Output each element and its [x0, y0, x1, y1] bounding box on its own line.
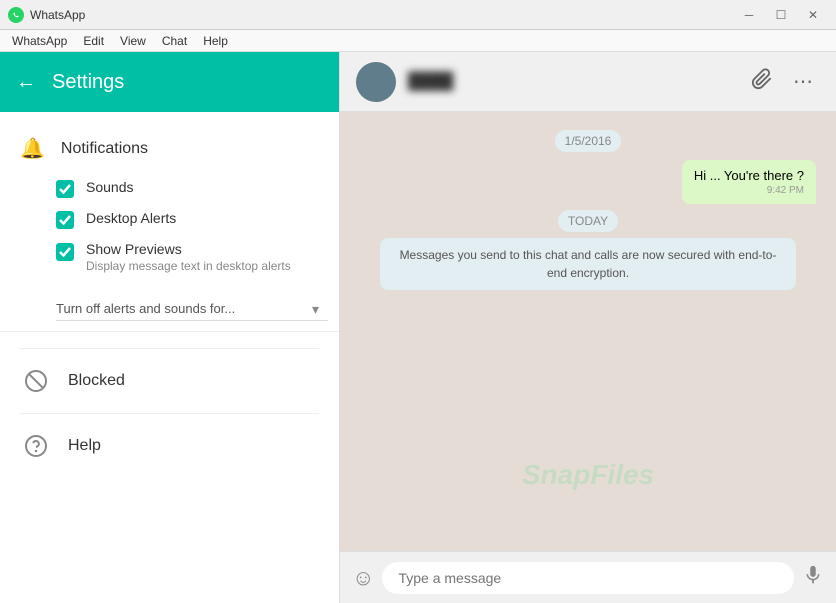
mic-button[interactable]	[802, 564, 824, 592]
show-previews-checkbox[interactable]	[56, 243, 74, 261]
menu-help[interactable]: Help	[195, 32, 236, 50]
dropdown-row: Turn off alerts and sounds for... ▾	[0, 287, 339, 332]
menu-chat[interactable]: Chat	[154, 32, 195, 50]
avatar	[356, 62, 396, 102]
close-button[interactable]: ✕	[798, 5, 828, 25]
sounds-item[interactable]: Sounds	[0, 173, 339, 204]
settings-header: ← Settings	[0, 52, 339, 112]
sounds-label: Sounds	[86, 179, 133, 195]
alerts-dropdown[interactable]: Turn off alerts and sounds for...	[56, 297, 328, 321]
message-time: 9:42 PM	[694, 185, 804, 196]
show-previews-sublabel: Display message text in desktop alerts	[86, 259, 291, 273]
titlebar-left: WhatsApp	[8, 7, 85, 23]
avatar-inner	[356, 62, 396, 102]
help-section[interactable]: Help	[0, 414, 339, 478]
menubar: WhatsApp Edit View Chat Help	[0, 30, 836, 52]
more-options-button[interactable]: ⋯	[787, 63, 820, 100]
chat-input-area: ☺	[340, 551, 836, 603]
sounds-checkbox[interactable]	[56, 180, 74, 198]
menu-view[interactable]: View	[112, 32, 154, 50]
chat-user: ████	[356, 62, 453, 102]
desktop-alerts-label: Desktop Alerts	[86, 210, 176, 226]
settings-content: 🔔 Notifications Sounds Desktop Alerts	[0, 112, 339, 603]
help-icon	[20, 430, 52, 462]
maximize-button[interactable]: ☐	[766, 5, 796, 25]
notifications-title: Notifications	[61, 140, 148, 158]
show-previews-label: Show Previews	[86, 241, 291, 257]
messages-wrapper: SnapFiles 1/5/2016 Hi ... You're there ?…	[340, 112, 836, 551]
desktop-alerts-checkbox[interactable]	[56, 211, 74, 229]
date-badge: 1/5/2016	[360, 132, 816, 150]
bell-icon: 🔔	[20, 136, 45, 161]
titlebar: WhatsApp ─ ☐ ✕	[0, 0, 836, 30]
chat-messages: SnapFiles 1/5/2016 Hi ... You're there ?…	[340, 112, 836, 551]
minimize-button[interactable]: ─	[734, 5, 764, 25]
titlebar-title: WhatsApp	[30, 8, 85, 22]
settings-panel: ← Settings 🔔 Notifications Sounds	[0, 52, 340, 603]
show-previews-text: Show Previews Display message text in de…	[86, 241, 291, 273]
blocked-icon	[20, 365, 52, 397]
app-icon	[8, 7, 24, 23]
titlebar-controls: ─ ☐ ✕	[734, 5, 828, 25]
settings-title: Settings	[52, 71, 124, 94]
chat-actions: ⋯	[745, 62, 820, 101]
menu-edit[interactable]: Edit	[75, 32, 112, 50]
info-message: Messages you send to this chat and calls…	[380, 238, 796, 290]
main-layout: ← Settings 🔔 Notifications Sounds	[0, 52, 836, 603]
menu-whatsapp[interactable]: WhatsApp	[4, 32, 75, 50]
notifications-section: 🔔 Notifications Sounds Desktop Alerts	[0, 112, 339, 348]
chat-area: ████ ⋯	[340, 52, 836, 603]
message-text: Hi ... You're there ?	[694, 168, 804, 183]
chat-header: ████ ⋯	[340, 52, 836, 112]
emoji-button[interactable]: ☺	[352, 565, 374, 591]
attachment-button[interactable]	[745, 62, 779, 101]
notifications-header: 🔔 Notifications	[0, 128, 339, 173]
chat-username: ████	[408, 73, 453, 91]
help-label: Help	[68, 437, 101, 455]
today-badge: TODAY	[360, 212, 816, 230]
blocked-section[interactable]: Blocked	[0, 349, 339, 413]
message-input[interactable]	[382, 562, 794, 594]
back-button[interactable]: ←	[16, 71, 36, 94]
sent-bubble: Hi ... You're there ? 9:42 PM	[682, 160, 816, 204]
blocked-label: Blocked	[68, 372, 125, 390]
message-sent: Hi ... You're there ? 9:42 PM	[360, 160, 816, 204]
watermark: SnapFiles	[522, 459, 654, 491]
show-previews-item[interactable]: Show Previews Display message text in de…	[0, 235, 339, 279]
desktop-alerts-item[interactable]: Desktop Alerts	[0, 204, 339, 235]
